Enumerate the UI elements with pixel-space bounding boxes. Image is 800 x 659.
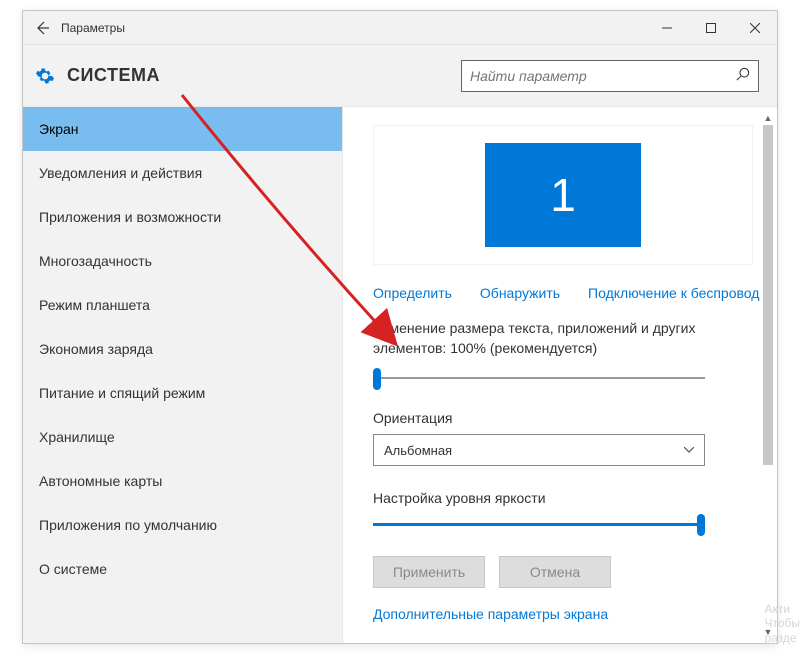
apply-cancel-row: Применить Отмена — [373, 556, 747, 588]
sidebar-item-display[interactable]: Экран — [23, 107, 342, 151]
sidebar: Экран Уведомления и действия Приложения … — [23, 107, 343, 643]
scroll-thumb[interactable] — [763, 125, 773, 465]
scroll-up-icon[interactable]: ▲ — [761, 111, 775, 125]
sidebar-item-battery[interactable]: Экономия заряда — [23, 327, 342, 371]
display-1[interactable]: 1 — [485, 143, 641, 247]
scrollbar[interactable]: ▲ ▼ — [761, 111, 775, 639]
sidebar-item-about[interactable]: О системе — [23, 547, 342, 591]
wireless-link[interactable]: Подключение к беспровод — [588, 285, 759, 301]
orientation-label: Ориентация — [373, 410, 747, 426]
scaling-slider[interactable] — [373, 368, 705, 388]
advanced-display-link[interactable]: Дополнительные параметры экрана — [373, 606, 747, 622]
slider-track — [373, 523, 705, 526]
slider-thumb[interactable] — [373, 368, 381, 390]
orientation-value: Альбомная — [384, 443, 452, 458]
sidebar-item-default-apps[interactable]: Приложения по умолчанию — [23, 503, 342, 547]
sidebar-item-apps[interactable]: Приложения и возможности — [23, 195, 342, 239]
close-button[interactable] — [733, 11, 777, 45]
sidebar-item-notifications[interactable]: Уведомления и действия — [23, 151, 342, 195]
content: 1 Определить Обнаружить Подключение к бе… — [343, 107, 777, 643]
sidebar-item-tablet[interactable]: Режим планшета — [23, 283, 342, 327]
display-actions: Определить Обнаружить Подключение к бесп… — [373, 285, 747, 301]
display-arrangement[interactable]: 1 — [373, 125, 753, 265]
page-title: СИСТЕМА — [67, 65, 160, 86]
settings-window: Параметры СИСТЕМА Экран — [22, 10, 778, 644]
maximize-button[interactable] — [689, 11, 733, 45]
sidebar-item-multitasking[interactable]: Многозадачность — [23, 239, 342, 283]
titlebar: Параметры — [23, 11, 777, 45]
cancel-button[interactable]: Отмена — [499, 556, 611, 588]
main: Экран Уведомления и действия Приложения … — [23, 107, 777, 643]
scaling-label: Изменение размера текста, приложений и д… — [373, 319, 747, 358]
detect-link[interactable]: Обнаружить — [480, 285, 560, 301]
back-button[interactable] — [23, 11, 61, 45]
sidebar-item-maps[interactable]: Автономные карты — [23, 459, 342, 503]
scroll-track[interactable] — [761, 125, 775, 625]
search-icon — [736, 67, 750, 84]
activation-watermark: Акти Чтобы разде — [764, 602, 800, 645]
header: СИСТЕМА — [23, 45, 777, 107]
gear-icon — [35, 66, 55, 86]
brightness-slider[interactable] — [373, 514, 705, 534]
search-input[interactable] — [470, 68, 736, 84]
slider-thumb[interactable] — [697, 514, 705, 536]
brightness-label: Настройка уровня яркости — [373, 490, 747, 506]
search-box[interactable] — [461, 60, 759, 92]
chevron-down-icon — [684, 444, 694, 456]
sidebar-item-power[interactable]: Питание и спящий режим — [23, 371, 342, 415]
identify-link[interactable]: Определить — [373, 285, 452, 301]
apply-button[interactable]: Применить — [373, 556, 485, 588]
window-title: Параметры — [61, 21, 125, 35]
orientation-select[interactable]: Альбомная — [373, 434, 705, 466]
slider-track — [373, 377, 705, 379]
window-controls — [645, 11, 777, 45]
sidebar-item-storage[interactable]: Хранилище — [23, 415, 342, 459]
minimize-button[interactable] — [645, 11, 689, 45]
